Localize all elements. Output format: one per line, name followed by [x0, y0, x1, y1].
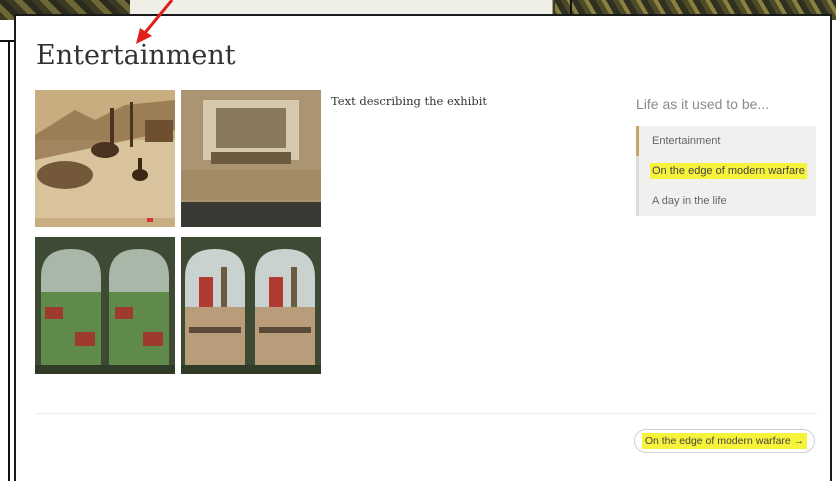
footer-divider [35, 413, 817, 414]
exhibit-description: Text describing the exhibit [331, 94, 488, 108]
crop-edge-left-vertical [8, 40, 10, 481]
annotation-arrow-icon [136, 0, 174, 44]
next-exhibit-button[interactable]: On the edge of modern warfare → [634, 429, 815, 453]
crop-edge-top [570, 0, 572, 14]
gallery-image-aerial-town[interactable] [35, 237, 175, 374]
image-gallery [35, 90, 325, 375]
sidebar-item-label: Entertainment [652, 135, 721, 147]
gallery-image-parade[interactable] [35, 90, 175, 227]
crop-edge-left [0, 40, 14, 42]
sidebar-item-modern-warfare[interactable]: On the edge of modern warfare [636, 156, 816, 186]
sidebar-nav: Life as it used to be... Entertainment O… [636, 96, 816, 216]
sidebar-item-day-in-life[interactable]: A day in the life [636, 186, 816, 216]
gallery-image-fair-street[interactable] [181, 237, 321, 374]
gallery-image-stage[interactable] [181, 90, 321, 227]
next-exhibit-label: On the edge of modern warfare → [641, 433, 808, 449]
sidebar-item-label: On the edge of modern warfare [650, 163, 807, 179]
sidebar-item-label: A day in the life [652, 195, 727, 207]
sidebar-heading: Life as it used to be... [636, 96, 770, 112]
sidebar-item-entertainment[interactable]: Entertainment [636, 126, 816, 156]
